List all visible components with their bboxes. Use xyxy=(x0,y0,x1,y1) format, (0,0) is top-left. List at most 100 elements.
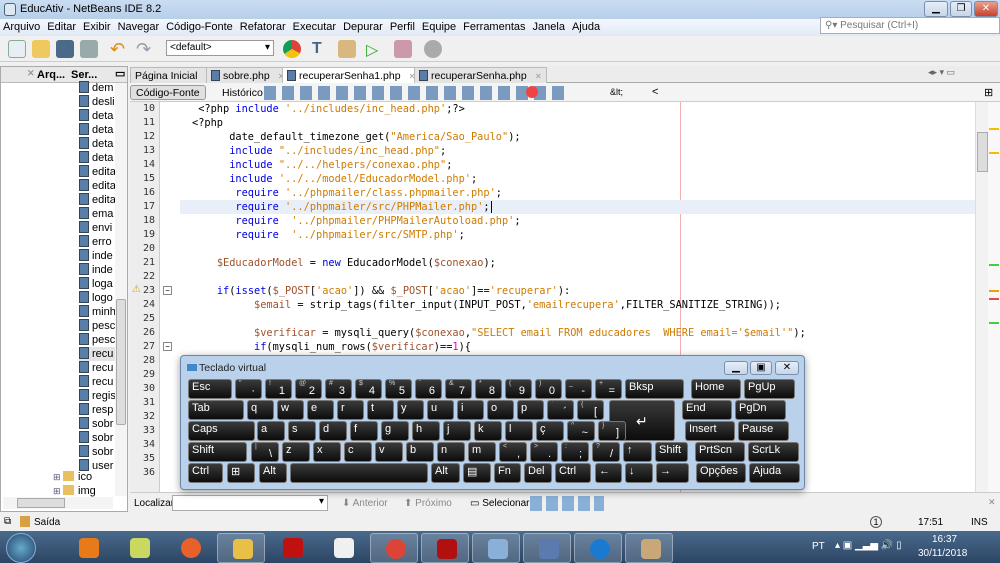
key-Pause[interactable]: Pause xyxy=(738,421,789,441)
key-space[interactable] xyxy=(290,463,428,483)
key-Alt[interactable]: Alt xyxy=(259,463,287,483)
open-project-icon[interactable] xyxy=(56,40,74,58)
key-1[interactable]: ! 1 xyxy=(265,379,292,399)
taskbar-davinci[interactable] xyxy=(268,533,316,563)
warning-mark[interactable] xyxy=(989,128,999,130)
tree-file-item[interactable]: erro xyxy=(79,235,115,249)
key-Ctrl[interactable]: Ctrl xyxy=(555,463,591,483)
tab-services[interactable]: Ser... xyxy=(71,69,97,81)
key-u[interactable]: u xyxy=(427,400,454,420)
key-y[interactable]: y xyxy=(397,400,424,420)
find-previous-button[interactable]: ⬇ Anterior xyxy=(342,498,388,509)
tree-file-item[interactable]: desli xyxy=(79,95,115,109)
lt-button[interactable]: < xyxy=(652,86,658,98)
error-stripe[interactable] xyxy=(988,102,1000,492)
key-h[interactable]: h xyxy=(412,421,440,441)
minimize-panel-icon[interactable]: ▭ xyxy=(115,67,125,80)
warning-mark[interactable] xyxy=(989,290,999,292)
key-Del[interactable]: Del xyxy=(524,463,552,483)
find-option-icons[interactable] xyxy=(530,496,604,511)
code-line[interactable]: if(isset($_POST['acao']) && $_POST['acao… xyxy=(192,284,570,298)
code-line[interactable]: require '../phpmailer/PHPMailerAutoload.… xyxy=(192,214,520,228)
key-b[interactable]: b xyxy=(406,442,434,462)
keyboard-maximize-button[interactable]: ▣ xyxy=(750,361,772,375)
editor-tab[interactable]: recuperarSenha1.php ✕ xyxy=(282,67,421,83)
key-4[interactable]: $4 xyxy=(355,379,382,399)
search-input[interactable]: ⚲▾ Pesquisar (Ctrl+I) xyxy=(820,17,1000,34)
key-Bksp[interactable]: Bksp xyxy=(625,379,684,399)
language-indicator[interactable]: PT xyxy=(812,541,825,552)
configuration-select[interactable]: <default> ▾ xyxy=(166,40,274,56)
tree-folder-item[interactable]: ⊞ ico xyxy=(53,471,113,485)
menu-exibir[interactable]: Exibir xyxy=(80,19,115,33)
key-s[interactable]: s xyxy=(288,421,316,441)
code-line[interactable]: date_default_timezone_get("America/Sao_P… xyxy=(192,130,520,144)
key-5[interactable]: % 5 xyxy=(385,379,412,399)
chrome-icon[interactable] xyxy=(283,40,301,58)
tree-file-item[interactable]: envi xyxy=(79,221,115,235)
tray-icons[interactable]: ▴ ▣ ▁▃▅ 🔊 ▯ xyxy=(835,540,902,551)
key-[[interactable]: {[ xyxy=(577,400,604,420)
tree-file-item[interactable]: edita xyxy=(79,193,115,207)
key-Alt[interactable]: Alt xyxy=(431,463,460,483)
close-find-icon[interactable]: ✕ xyxy=(988,497,996,508)
editor-tab[interactable]: Página Inicial ✕ xyxy=(130,67,218,83)
key-PgDn[interactable]: PgDn xyxy=(735,400,786,420)
key-⊞[interactable]: ⊞ xyxy=(227,463,255,483)
key-n[interactable]: n xyxy=(437,442,465,462)
tree-file-item[interactable]: deta xyxy=(79,123,115,137)
start-button[interactable] xyxy=(6,533,36,563)
key-ç[interactable]: ç xyxy=(536,421,564,441)
key-End[interactable]: End xyxy=(682,400,732,420)
key-v[interactable]: v xyxy=(375,442,403,462)
tree-file-item[interactable]: resp xyxy=(79,403,115,417)
code-line[interactable]: require '../phpmailer/class.phpmailer.ph… xyxy=(192,186,502,200)
change-mark[interactable] xyxy=(989,264,999,266)
expand-icon[interactable]: ⊞ xyxy=(53,486,63,496)
key-=[interactable]: + = xyxy=(595,379,622,399)
key-.[interactable]: >. xyxy=(530,442,558,462)
menu-navegar[interactable]: Navegar xyxy=(115,19,164,33)
warning-mark[interactable] xyxy=(989,152,999,154)
tree-file-item[interactable]: deta xyxy=(79,109,115,123)
tree-file-item[interactable]: dem xyxy=(79,81,115,95)
find-select-button[interactable]: ▭ Selecionar xyxy=(470,498,530,509)
key-▤[interactable]: ▤ xyxy=(463,463,491,483)
tree-file-item[interactable]: ema xyxy=(79,207,115,221)
key-i[interactable]: i xyxy=(457,400,484,420)
tab-navigation[interactable]: ◂▸ ▾ ▭ xyxy=(928,67,955,78)
taskbar-windows-media-player[interactable] xyxy=(64,533,112,563)
key-e[interactable]: e xyxy=(307,400,334,420)
editor-tab[interactable]: sobre.php ✕ xyxy=(206,67,290,83)
code-line[interactable]: <?php xyxy=(192,116,223,130)
menu-janela[interactable]: Janela xyxy=(530,19,569,33)
tree-file-item[interactable]: sobr xyxy=(79,445,115,459)
key-0[interactable]: ) 0 xyxy=(535,379,562,399)
key-Fn[interactable]: Fn xyxy=(494,463,521,483)
key-Esc[interactable]: Esc xyxy=(188,379,232,399)
key-6[interactable]: ¨ 6 xyxy=(415,379,442,399)
code-line[interactable]: if(mysqli_num_rows($verificar)==1){ xyxy=(192,340,471,354)
fold-toggle-icon[interactable]: − xyxy=(163,342,172,351)
find-next-button[interactable]: ⬆ Próximo xyxy=(404,498,452,509)
key-l[interactable]: l xyxy=(505,421,533,441)
key-3[interactable]: #3 xyxy=(325,379,352,399)
tree-file-item[interactable]: edita xyxy=(79,165,115,179)
menu-executar[interactable]: Executar xyxy=(290,19,340,33)
menu-equipe[interactable]: Equipe xyxy=(419,19,460,33)
key-][interactable]: }] xyxy=(598,421,626,441)
tree-file-item[interactable]: deta xyxy=(79,137,115,151)
menu-refatorar[interactable]: Refatorar xyxy=(237,19,290,33)
tree-file-item[interactable]: sobr xyxy=(79,417,115,431)
editor-vertical-scrollbar[interactable] xyxy=(975,102,988,492)
code-line[interactable]: <?php include '../includes/inc_head.php'… xyxy=(192,102,465,116)
taskbar-paint[interactable] xyxy=(625,533,673,563)
key-q[interactable]: q xyxy=(247,400,274,420)
taskbar-mu-editor[interactable] xyxy=(319,533,367,563)
key--[interactable]: _ - xyxy=(565,379,592,399)
tab-files[interactable]: Arq... xyxy=(37,69,65,81)
clock-time[interactable]: 16:37 xyxy=(932,534,957,545)
key-/[interactable]: ? / xyxy=(592,442,620,462)
taskbar-filezilla[interactable] xyxy=(421,533,469,563)
key-t[interactable]: t xyxy=(367,400,394,420)
